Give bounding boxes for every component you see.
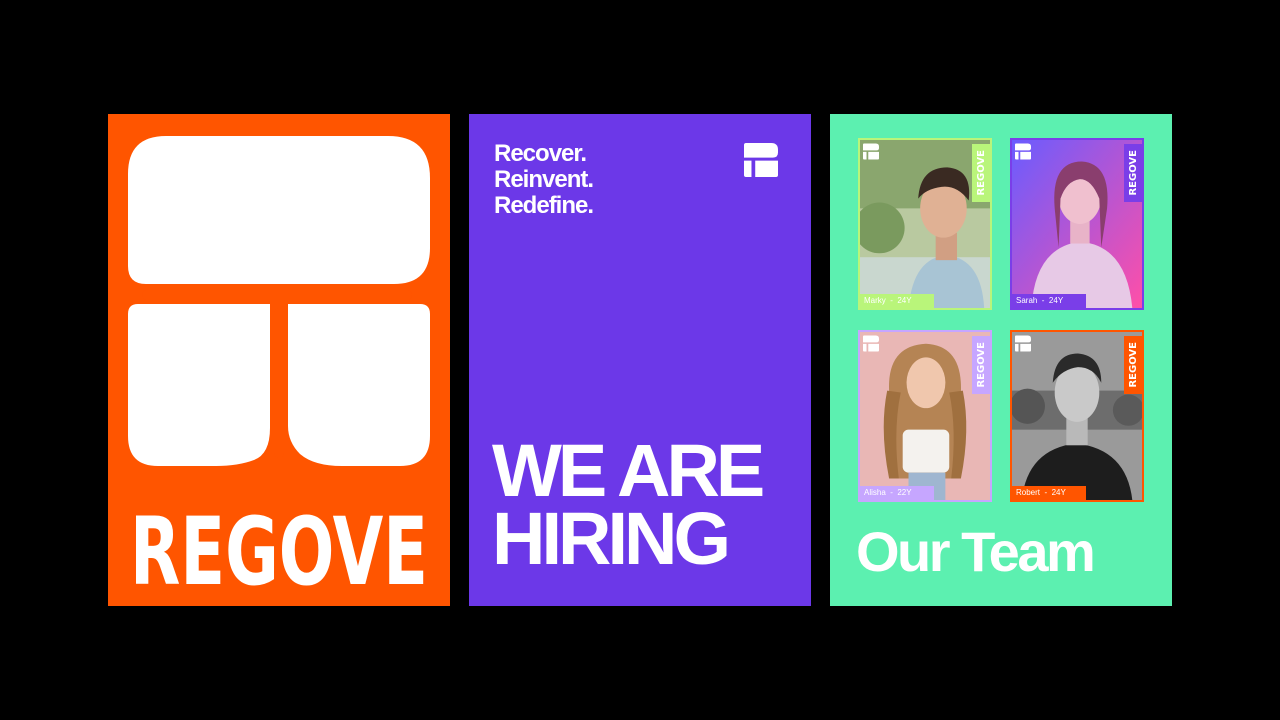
member-age: 24Y xyxy=(1051,488,1066,497)
member-name: Marky xyxy=(864,296,886,305)
vertical-brand-tab: REGOVE xyxy=(1124,144,1142,202)
team-card-sarah: REGOVE Sarah - 24Y xyxy=(1010,138,1144,310)
team-photo xyxy=(860,140,990,308)
headline-line: HIRING xyxy=(492,497,731,580)
tagline-line: Redefine. xyxy=(494,192,594,219)
brand-wordmark: REGOVE xyxy=(130,497,428,588)
team-card-robert: REGOVE Robert - 24Y xyxy=(1010,330,1144,502)
member-name: Sarah xyxy=(1016,296,1038,305)
member-age: 22Y xyxy=(897,488,912,497)
team-title: Our Team xyxy=(856,520,1096,583)
member-name-bar: Marky - 24Y xyxy=(860,294,934,308)
brand-poster: REGOVE xyxy=(108,114,450,606)
brand-mark-icon xyxy=(744,142,778,178)
team-card-alisha: REGOVE Alisha - 22Y xyxy=(858,330,992,502)
team-card-marky: REGOVE Marky - 24Y xyxy=(858,138,992,310)
member-name-bar: Robert - 24Y xyxy=(1012,486,1086,500)
vertical-brand-tab: REGOVE xyxy=(972,336,990,394)
member-age: 24Y xyxy=(897,296,912,305)
tagline-line: Recover. xyxy=(494,140,587,167)
team-photo xyxy=(1012,332,1142,500)
team-photo xyxy=(1012,140,1142,308)
member-name-bar: Sarah - 24Y xyxy=(1012,294,1086,308)
headline-line: WE ARE xyxy=(492,429,765,512)
brand-mark-icon xyxy=(1015,143,1031,160)
hiring-poster: Recover. Reinvent. Redefine. WE ARE HIRI… xyxy=(469,114,811,606)
vertical-brand-tab: REGOVE xyxy=(972,144,990,202)
vertical-brand-tab: REGOVE xyxy=(1124,336,1142,394)
member-age: 24Y xyxy=(1048,296,1064,305)
hiring-headline: WE ARE HIRING xyxy=(492,429,765,580)
team-poster: REGOVE Marky - 24Y REGOVE Sarah - 24Y RE… xyxy=(830,114,1172,606)
brand-logo-icon xyxy=(128,136,430,466)
tagline: Recover. Reinvent. Redefine. xyxy=(494,140,594,219)
member-name: Robert xyxy=(1016,488,1041,497)
brand-mark-icon xyxy=(863,143,879,160)
member-name-bar: Alisha - 22Y xyxy=(860,486,934,500)
brand-mark-icon xyxy=(1015,335,1031,352)
team-photo xyxy=(860,332,990,500)
member-name: Alisha xyxy=(864,488,886,497)
brand-mark-icon xyxy=(863,335,879,352)
svg-text:REGOVE: REGOVE xyxy=(130,497,428,588)
tagline-line: Reinvent. xyxy=(494,166,594,193)
